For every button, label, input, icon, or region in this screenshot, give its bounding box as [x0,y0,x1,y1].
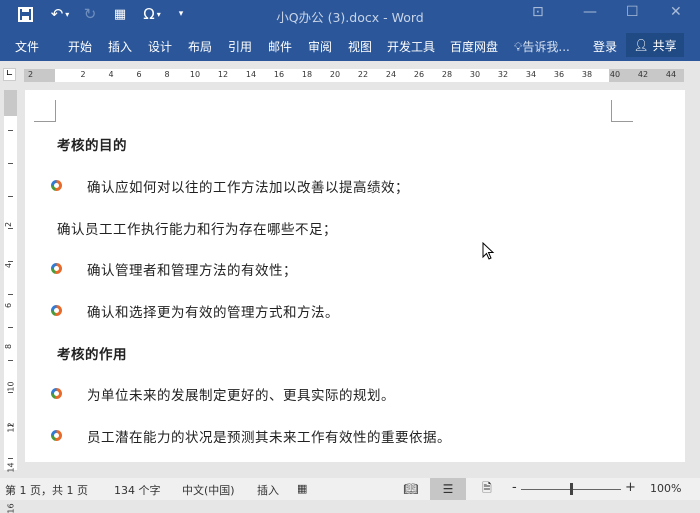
document-page[interactable]: 考核的目的确认应如何对以往的工作方法加以改善以提高绩效； 确认员工工作执行能力和行… [25,90,685,462]
ruler-tick-label: 16 [6,502,16,513]
ruler-tick-label: 12 [217,70,229,79]
ruler-tick [8,130,13,131]
paragraph-line[interactable]: 确认管理者和管理方法的有效性； [87,259,297,279]
ruler-tick-label: 10 [189,70,201,79]
ruler-tick [8,228,13,230]
page-count[interactable]: 第 1 页，共 1 页 [5,482,88,498]
mouse-cursor-icon [482,241,495,265]
ruler-tick-label: 2 [80,70,86,79]
person-add-icon: 👤︎ [633,38,649,52]
bullet-icon [51,305,62,316]
read-mode-icon[interactable]: 📖︎ [393,478,429,500]
ruler-tick-label: 8 [164,70,170,79]
paragraph-line[interactable]: 确认和选择更为有效的管理方式和方法。 [87,301,339,321]
ruler-tick-label: 44 [665,70,677,79]
ruler-tick-label: 34 [525,70,537,79]
ruler-tick-label: 28 [441,70,453,79]
tab-home[interactable]: 开始 [68,38,92,55]
margin-corner-mark [34,100,56,122]
ruler-tick-label: 16 [273,70,285,79]
tab-review[interactable]: 审阅 [308,38,332,55]
paragraph-line[interactable]: 确认员工工作执行能力和行为存在哪些不足； [57,218,337,238]
tab-design[interactable]: 设计 [148,38,172,55]
paragraph-line[interactable]: 员工潜在能力的状况是预测其未来工作有效性的重要依据。 [87,426,451,446]
macro-icon[interactable]: ▦ [297,482,307,495]
maximize-button[interactable]: ☐ [626,4,639,20]
word-count[interactable]: 134 个字 [114,482,161,498]
bullet-icon [51,430,62,441]
ruler-tick-label: 8 [4,343,14,349]
tab-developer[interactable]: 开发工具 [387,38,435,55]
ruler-tick-label: 26 [413,70,425,79]
ruler-margin [4,90,17,116]
ruler-tick [8,195,13,197]
web-layout-icon[interactable]: 🗎︎ [469,478,505,500]
ruler-tick [8,392,13,394]
ruler-tick-label: 14 [245,70,257,79]
tab-view[interactable]: 视图 [348,38,372,55]
login-link[interactable]: 登录 [593,38,617,55]
tab-references[interactable]: 引用 [228,38,252,55]
tab-selector[interactable]: ∟ [3,68,16,81]
ruler-tick-label: 32 [497,70,509,79]
tab-layout[interactable]: 布局 [188,38,212,55]
ruler-tick [8,458,13,459]
ruler-tick-label: 36 [553,70,565,79]
bullet-icon [51,180,62,191]
tab-insert[interactable]: 插入 [108,38,132,55]
zoom-slider-thumb[interactable] [570,483,573,495]
ruler-tick-label: 20 [329,70,341,79]
tab-mailings[interactable]: 邮件 [268,38,292,55]
minimize-button[interactable]: — [583,4,597,20]
ruler-tick [8,294,13,295]
status-bar: 第 1 页，共 1 页 134 个字 中文(中国) 插入 ▦ 📖︎ ☰ 🗎︎ -… [0,478,700,500]
tell-me-search[interactable]: 💡︎告诉我... [514,38,570,55]
ruler-tick [8,359,13,361]
ruler-tick [8,162,13,164]
ruler-tick-label: 4 [4,262,14,268]
ruler-tick-label: 18 [301,70,313,79]
close-button[interactable]: ✕ [670,4,682,20]
ruler-tick-label: 40 [609,70,621,79]
ruler-tick-label: 42 [637,70,649,79]
zoom-in-button[interactable]: + [625,480,636,495]
paragraph-line[interactable]: 为单位未来的发展制定更好的、更具实际的规划。 [87,384,395,404]
ruler-tick [8,326,13,328]
print-layout-icon[interactable]: ☰ [430,478,466,500]
ruler-tick-label: 38 [581,70,593,79]
ruler-tick-label: 30 [469,70,481,79]
ruler-tick-label: 6 [136,70,142,79]
tab-file[interactable]: 文件 [15,38,39,55]
insert-mode[interactable]: 插入 [257,482,279,498]
ruler-tick-label: 6 [4,302,14,309]
ruler-tick-label: 12 [6,421,16,433]
ribbon-tabs: 文件 开始 插入 设计 布局 引用 邮件 审阅 视图 开发工具 百度网盘 💡︎告… [0,30,700,61]
vertical-ruler[interactable]: 2 4 6 8 10 12 14 16 [4,90,17,513]
margin-corner-mark [611,100,633,122]
zoom-out-button[interactable]: - [512,480,517,495]
section-heading[interactable]: 考核的作用 [57,343,127,363]
ruler-tick-label: 2 [28,70,34,79]
ruler-tick-label: 22 [357,70,369,79]
language-status[interactable]: 中文(中国) [182,482,235,498]
ruler-tick-label: 14 [6,462,16,473]
bullet-icon [51,263,62,274]
horizontal-ruler[interactable]: 2 2 4 6 8 10 12 14 16 18 20 22 24 26 28 30 32 34 36 38 40 42 4… [24,69,684,82]
share-button[interactable]: 👤︎ 共享 [626,33,684,57]
ruler-tick-label: 24 [385,70,397,79]
paragraph-line[interactable]: 确认应如何对以往的工作方法加以改善以提高绩效； [87,176,409,196]
ruler-tick-label: 4 [108,70,114,79]
bullet-icon [51,388,62,399]
ruler-tick-label: 2 [4,221,14,228]
section-heading[interactable]: 考核的目的 [57,134,127,154]
zoom-level[interactable]: 100% [650,482,681,495]
ruler-tick-label: 10 [6,381,16,392]
ribbon-display-icon[interactable]: ⊡ [532,4,544,20]
title-bar: ↶ ▾ ↻ ▦ Ω ▾ ▾ 小Q办公 (3).docx - Word ⊡ — ☐ ✕ [0,0,700,30]
tab-baidu-netdisk[interactable]: 百度网盘 [450,38,498,55]
